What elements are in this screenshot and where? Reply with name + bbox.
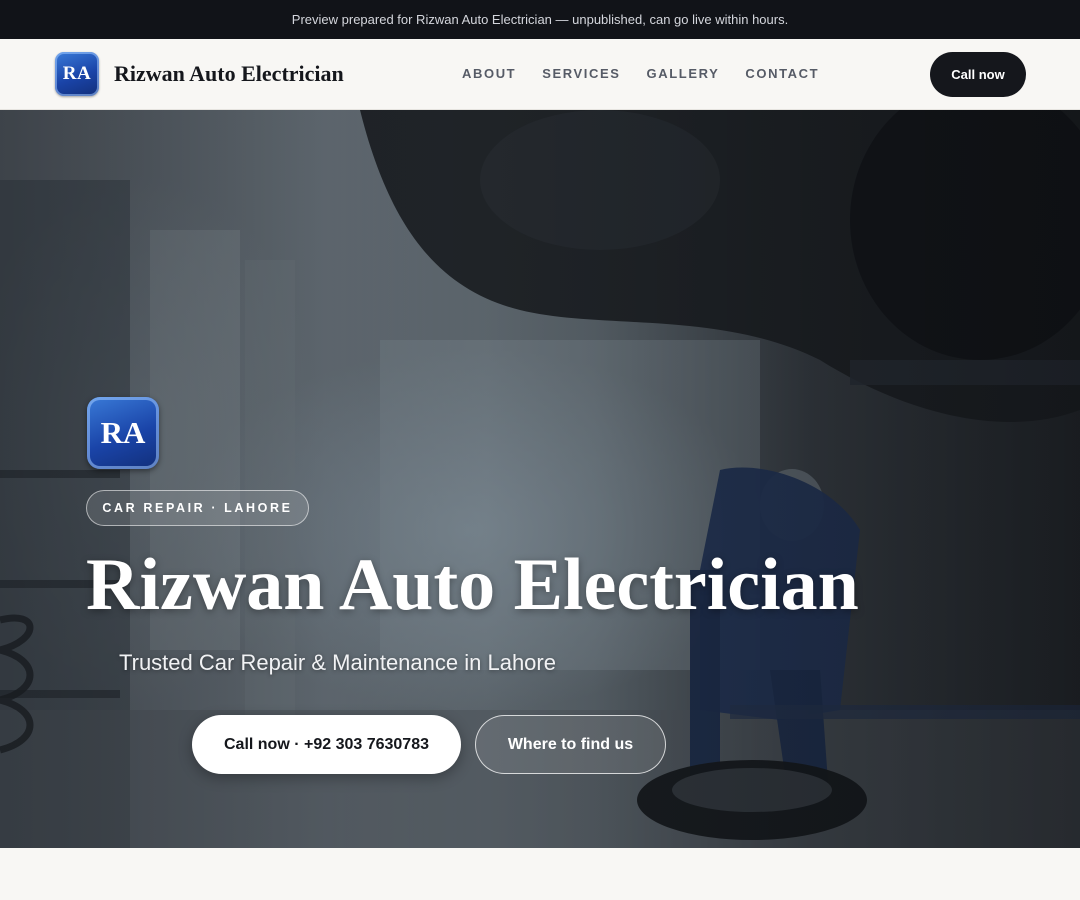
hero-title: Rizwan Auto Electrician	[86, 544, 859, 626]
nav-gallery[interactable]: GALLERY	[647, 64, 720, 84]
logo-initials: RA	[62, 63, 92, 84]
hero-badge-initials: RA	[100, 415, 146, 450]
main-nav: ABOUT SERVICES GALLERY CONTACT	[462, 64, 845, 84]
hero-tagline-pill: CAR REPAIR · LAHORE	[86, 490, 309, 526]
call-now-button[interactable]: Call now	[930, 52, 1026, 97]
nav-services[interactable]: SERVICES	[542, 64, 620, 84]
logo-badge-icon[interactable]: RA	[55, 52, 99, 96]
find-us-button[interactable]: Where to find us	[475, 715, 666, 774]
preview-banner-text: Preview prepared for Rizwan Auto Electri…	[291, 12, 789, 27]
nav-contact[interactable]: CONTACT	[745, 64, 819, 84]
nav-about[interactable]: ABOUT	[462, 64, 516, 84]
hero-logo-badge-icon: RA	[87, 397, 159, 469]
site-header: RA Rizwan Auto Electrician ABOUT SERVICE…	[0, 39, 1080, 110]
call-phone-button[interactable]: Call now · +92 303 7630783	[192, 715, 461, 774]
hero-section: RA CAR REPAIR · LAHORE Rizwan Auto Elect…	[0, 110, 1080, 848]
brand-name[interactable]: Rizwan Auto Electrician	[114, 59, 344, 89]
preview-banner: Preview prepared for Rizwan Auto Electri…	[0, 0, 1080, 39]
hero-subtitle: Trusted Car Repair & Maintenance in Laho…	[119, 650, 556, 675]
